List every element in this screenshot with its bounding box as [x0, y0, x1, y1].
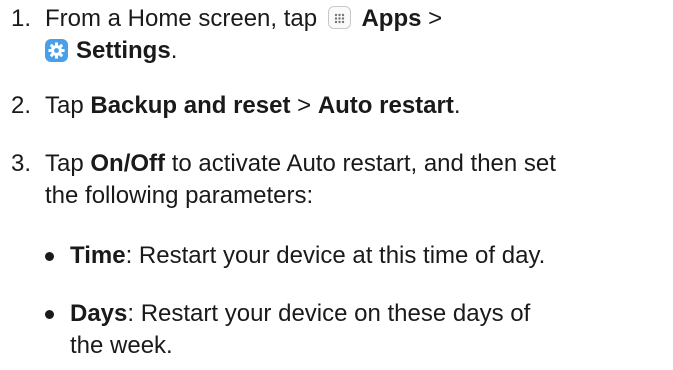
- bullet-description: : Restart your device on these days of: [127, 300, 531, 327]
- bullet-text: Days: Restart your device on these days …: [70, 298, 670, 362]
- step-text-segment: Tap: [45, 150, 84, 177]
- step-text: From a Home screen, tap Apps > Settings.: [45, 3, 670, 67]
- backup-reset-label: Backup and reset: [90, 92, 291, 119]
- separator-gt: >: [297, 92, 312, 119]
- bullet-dot-icon: [45, 252, 54, 261]
- step-text: Tap On/Off to activate Auto restart, and…: [45, 148, 670, 212]
- settings-label: Settings: [76, 37, 171, 64]
- on-off-label: On/Off: [90, 150, 166, 177]
- apps-grid-icon: [327, 6, 351, 29]
- step-text-line: the following parameters:: [45, 182, 314, 209]
- instructions-page: 1. From a Home screen, tap Apps > Settin…: [0, 0, 673, 370]
- bullet-description-line: the week.: [70, 332, 173, 359]
- separator-gt: >: [428, 5, 443, 32]
- step-text-segment: Tap: [45, 92, 84, 119]
- auto-restart-label: Auto restart: [317, 92, 454, 119]
- step-text-segment: .: [170, 37, 178, 64]
- step-text-segment: .: [453, 92, 461, 119]
- step-number: 2.: [11, 92, 32, 119]
- bullet-description: : Restart your device at this time of da…: [125, 242, 546, 269]
- bullet-dot-icon: [45, 310, 54, 319]
- bullet-label: Days: [70, 300, 128, 327]
- step-text: Tap Backup and reset > Auto restart.: [45, 90, 670, 122]
- bullet-text: Time: Restart your device at this time o…: [70, 240, 670, 272]
- step-number: 1.: [11, 5, 32, 32]
- gear-icon: [45, 39, 68, 62]
- bullet-label: Time: [70, 242, 126, 269]
- step-text-segment: From a Home screen, tap: [45, 5, 318, 32]
- apps-label: Apps: [361, 5, 422, 32]
- step-number: 3.: [11, 150, 32, 177]
- step-text-segment: to activate Auto restart, and then set: [171, 150, 556, 177]
